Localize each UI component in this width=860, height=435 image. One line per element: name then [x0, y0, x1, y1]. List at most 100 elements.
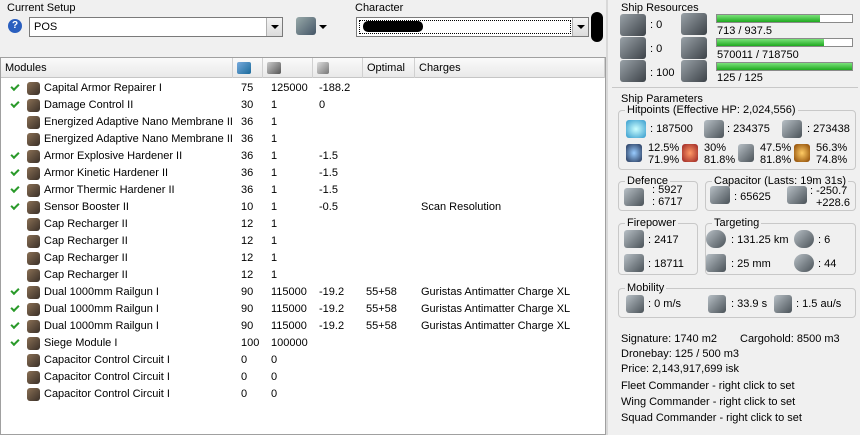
cell-c: -0.5: [319, 201, 338, 213]
table-row[interactable]: Siege Module I 100 100000: [1, 335, 605, 352]
hitpoints-title: Hitpoints (Effective HP: 2,024,556): [625, 104, 798, 116]
kinetic-resists: 47.5% 81.8%: [760, 142, 791, 166]
firepower-dps-icon: [624, 230, 644, 248]
checkmark-icon[interactable]: [10, 319, 20, 330]
cap-delta: : -250.7 +228.6: [810, 185, 850, 209]
cell-name: Armor Thermic Hardener II: [44, 184, 175, 196]
table-row[interactable]: Dual 1000mm Railgun I 90 115000 -19.2 55+58 G…: [1, 284, 605, 301]
module-icon: [27, 99, 40, 112]
module-icon: [27, 235, 40, 248]
col-charges[interactable]: Charges: [415, 58, 605, 78]
table-row[interactable]: Damage Control II 30 1 0: [1, 97, 605, 114]
table-row[interactable]: Cap Recharger II 12 1: [1, 216, 605, 233]
drone-bandwidth-value: 125 / 125: [717, 72, 763, 84]
cell-a: 90: [241, 320, 254, 332]
module-icon: [27, 337, 40, 350]
table-row[interactable]: Sensor Booster II 10 1 -0.5 Scan Resolution: [1, 199, 605, 216]
align-time-icon: [708, 295, 726, 313]
cell-charges: Guristas Antimatter Charge XL: [421, 286, 571, 298]
table-row[interactable]: Cap Recharger II 12 1: [1, 267, 605, 284]
right-panel: Ship Resources : 0 : 0 : 100 713 / 937.5…: [610, 0, 860, 435]
cell-a: 12: [241, 218, 254, 230]
cell-b: 1: [271, 167, 278, 179]
wing-commander[interactable]: Wing Commander - right click to set: [621, 396, 795, 408]
cell-a: 36: [241, 167, 254, 179]
targeting-range: : 131.25 km: [731, 234, 789, 246]
signature-radius-icon: [706, 254, 726, 272]
checkmark-icon[interactable]: [10, 166, 20, 177]
module-icon: [27, 388, 40, 401]
kinetic-resist-icon: [738, 144, 754, 162]
warp-speed-icon: [774, 295, 792, 313]
calibration-value: : 100: [650, 67, 675, 79]
table-row[interactable]: Energized Adaptive Nano Membrane II 36 1: [1, 114, 605, 131]
cell-name: Cap Recharger II: [44, 235, 128, 247]
col-powergrid-icon[interactable]: [263, 58, 313, 78]
powergrid-icon: [681, 37, 707, 59]
cell-b: 1: [271, 184, 278, 196]
cap-use: : -250.7: [810, 185, 848, 197]
table-row[interactable]: Dual 1000mm Railgun I 90 115000 -19.2 55+58 G…: [1, 318, 605, 335]
cap-recharge: +228.6: [816, 197, 850, 209]
fleet-commander[interactable]: Fleet Commander - right click to set: [621, 380, 795, 392]
checkmark-icon[interactable]: [10, 302, 20, 313]
cell-a: 75: [241, 82, 254, 94]
cell-a: 30: [241, 99, 254, 111]
table-row[interactable]: Cap Recharger II 12 1: [1, 233, 605, 250]
col-modules[interactable]: Modules: [1, 58, 233, 78]
ki-shield-resist: 47.5%: [760, 142, 792, 154]
cpu-value: 713 / 937.5: [717, 25, 773, 37]
cell-name: Capacitor Control Circuit I: [44, 388, 170, 400]
table-row[interactable]: Cap Recharger II 12 1: [1, 250, 605, 267]
tools-dropdown-icon[interactable]: [319, 25, 327, 29]
col-capacitor-icon[interactable]: [313, 58, 363, 78]
checkmark-icon[interactable]: [10, 183, 20, 194]
table-row[interactable]: Energized Adaptive Nano Membrane II 36 1: [1, 131, 605, 148]
cell-c: -1.5: [319, 184, 338, 196]
col-cpu-icon[interactable]: [233, 58, 263, 78]
table-row[interactable]: Capacitor Control Circuit I 0 0: [1, 352, 605, 369]
cell-b: 0: [271, 388, 278, 400]
table-row[interactable]: Dual 1000mm Railgun I 90 115000 -19.2 55+58 G…: [1, 301, 605, 318]
cell-b: 1: [271, 201, 278, 213]
cell-a: 100: [241, 337, 260, 349]
checkmark-icon[interactable]: [10, 285, 20, 296]
table-row[interactable]: Capacitor Control Circuit I 0 0: [1, 369, 605, 386]
table-row[interactable]: Capacitor Control Circuit I 0 0: [1, 386, 605, 403]
chevron-down-icon[interactable]: [266, 18, 282, 36]
table-row[interactable]: Armor Explosive Hardener II 36 1 -1.5: [1, 148, 605, 165]
panel-divider[interactable]: [606, 0, 608, 435]
checkmark-icon[interactable]: [10, 98, 20, 109]
character-select[interactable]: [356, 17, 589, 37]
table-row[interactable]: Armor Kinetic Hardener II 36 1 -1.5: [1, 165, 605, 182]
table-header: Modules Optimal Charges: [1, 58, 605, 78]
redacted-mark: [591, 12, 603, 42]
col-optimal[interactable]: Optimal: [363, 58, 415, 78]
cell-b: 1: [271, 150, 278, 162]
calibration-icon: [620, 60, 646, 82]
cell-c: -19.2: [319, 286, 345, 298]
armor-icon: [704, 120, 724, 138]
table-row[interactable]: Capital Armor Repairer I 75 125000 -188.2: [1, 80, 605, 97]
cell-b: 100000: [271, 337, 308, 349]
setup-select[interactable]: POS: [29, 17, 283, 37]
squad-commander[interactable]: Squad Commander - right click to set: [621, 412, 802, 424]
checkmark-icon[interactable]: [10, 336, 20, 347]
drone-bandwidth-bar: [716, 62, 853, 71]
cargohold-text: Cargohold: 8500 m3: [740, 333, 840, 345]
module-icon: [27, 116, 40, 129]
ex-armor-resist: 74.8%: [816, 154, 848, 166]
cell-optimal: 55+58: [366, 320, 397, 332]
checkmark-icon[interactable]: [10, 200, 20, 211]
table-row[interactable]: Armor Thermic Hardener II 36 1 -1.5: [1, 182, 605, 199]
module-icon: [27, 184, 40, 197]
chevron-down-icon[interactable]: [572, 18, 588, 36]
checkmark-icon[interactable]: [10, 81, 20, 92]
tools-icon[interactable]: [296, 17, 316, 35]
cpu-bar: [716, 14, 853, 23]
help-icon[interactable]: ?: [8, 19, 22, 33]
cell-b: 0: [271, 354, 278, 366]
price-text: Price: 2,143,917,699 isk: [621, 363, 740, 375]
drone-bandwidth-icon: [681, 60, 707, 82]
checkmark-icon[interactable]: [10, 149, 20, 160]
